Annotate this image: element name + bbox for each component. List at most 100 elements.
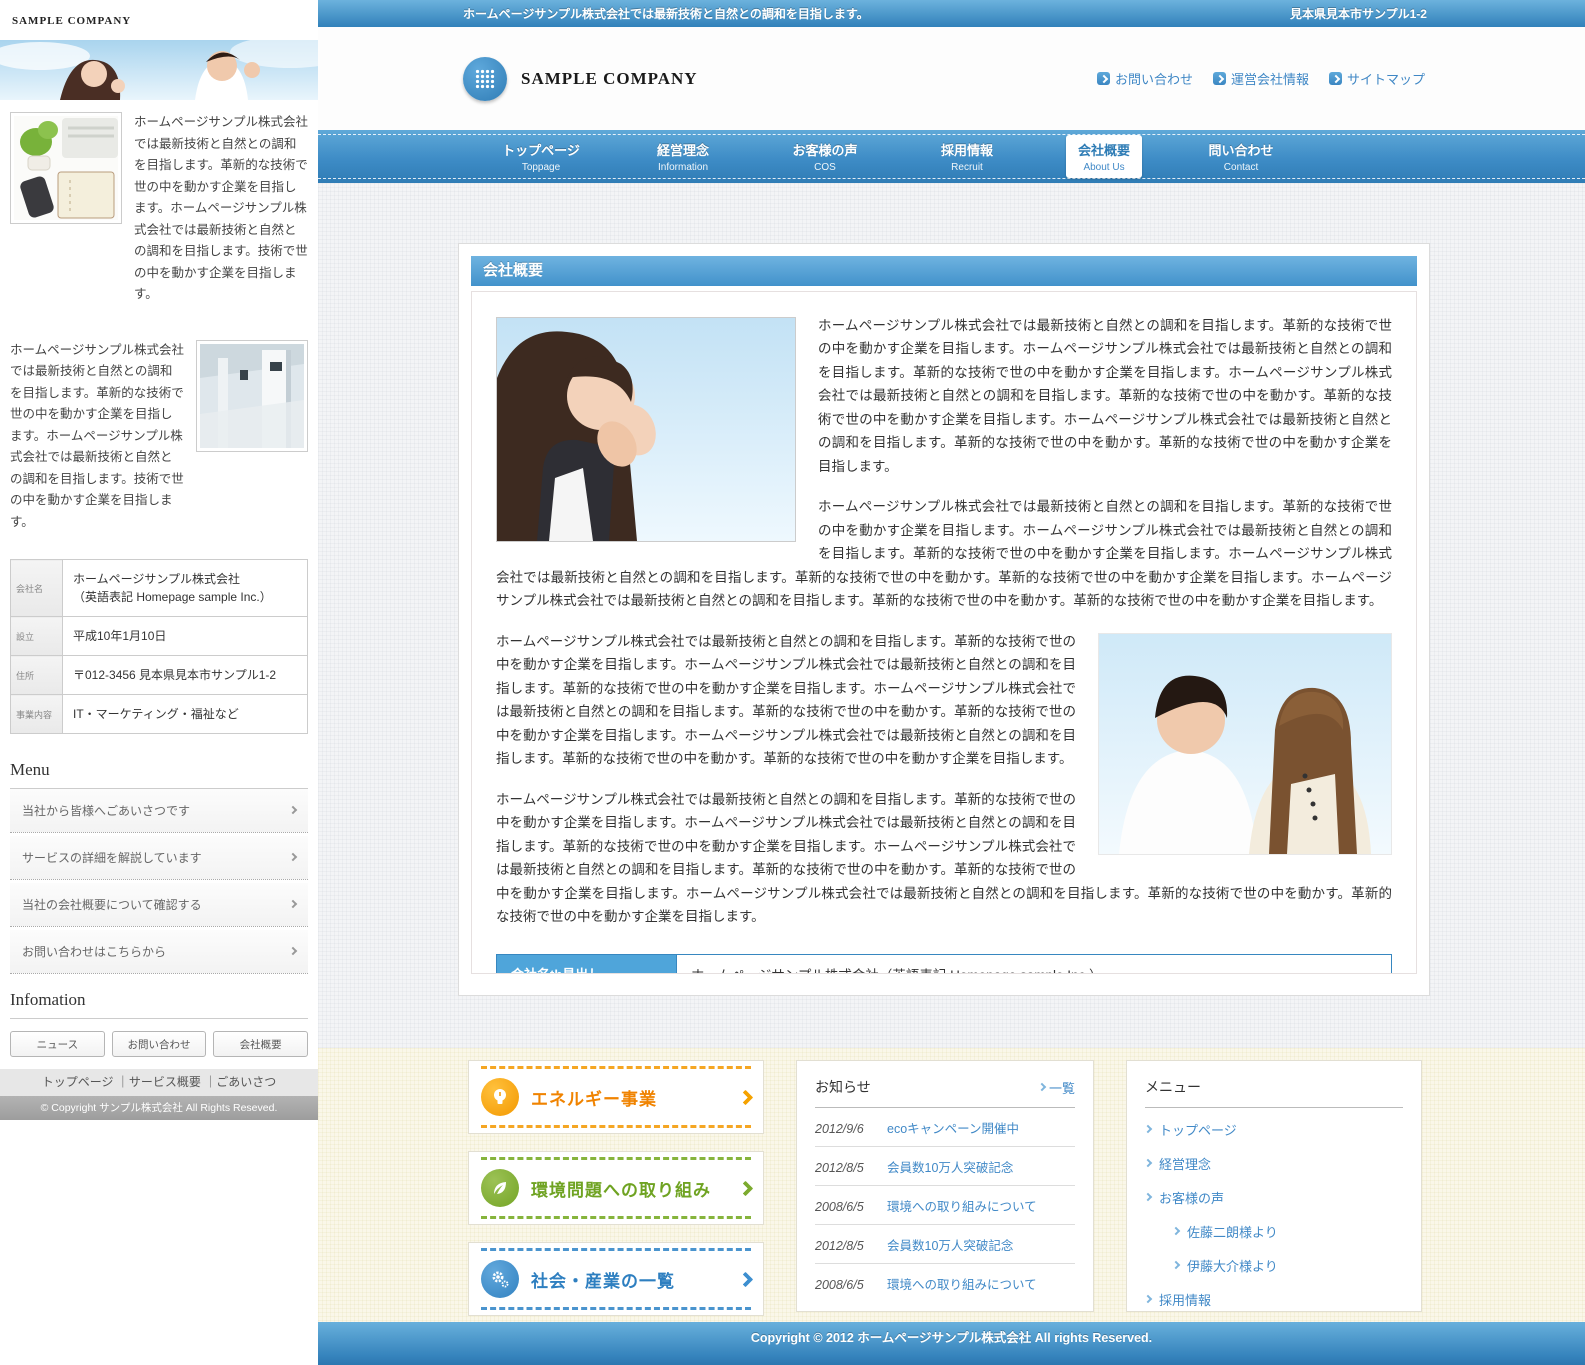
topbar-tagline: ホームページサンプル株式会社では最新技術と自然との調和を目指します。 <box>463 5 869 22</box>
topbar: ホームページサンプル株式会社では最新技術と自然との調和を目指します。 見本県見本… <box>318 0 1585 27</box>
company-info-value: ホームページサンプル株式会社 （英語表記 Homepage sample Inc… <box>63 560 308 617</box>
sidebar-menu-item[interactable]: サービスの詳細を解説しています <box>10 836 308 880</box>
banner-label: エネルギー事業 <box>531 1085 657 1110</box>
bottom-section: エネルギー事業 環境問題への取り組み <box>318 1048 1585 1322</box>
content-background: 会社概要 <box>318 183 1585 1048</box>
company-info-row: 事業内容 IT・マーケティング・福祉など <box>11 695 308 734</box>
topbar-address: 見本県見本市サンプル1-2 <box>1290 5 1427 22</box>
nav-item[interactable]: 採用情報 Recruit <box>896 135 1038 178</box>
sidebar-company-info-table: 会社名 ホームページサンプル株式会社 （英語表記 Homepage sample… <box>10 559 308 734</box>
banner-energy[interactable]: エネルギー事業 <box>468 1060 764 1134</box>
banner-column: エネルギー事業 環境問題への取り組み <box>468 1060 764 1322</box>
company-info-label: 会社名 <box>11 560 63 617</box>
header-link[interactable]: お問い合わせ <box>1097 69 1193 88</box>
sidebar-menu: 当社から皆様へごあいさつです サービスの詳細を解説しています 当社の会社概要につ… <box>10 789 308 974</box>
sidebar-footer-links[interactable]: トップページ ｜サービス概要 ｜ごあいさつ <box>0 1069 318 1096</box>
table-row-label: 会社名th見出し <box>497 954 677 974</box>
company-overview-table: 会社名th見出し ホームページサンプル株式会社（英語表記 Homepage sa… <box>496 954 1392 974</box>
nav-item[interactable]: トップページ Toppage <box>470 135 612 178</box>
news-link[interactable]: 会員数10万人突破記念 <box>887 1157 1013 1176</box>
arrow-right-icon <box>1144 1193 1152 1201</box>
news-list: 2012/9/6 ecoキャンペーン開催中 2012/8/5 会員数10万人突破… <box>815 1108 1075 1302</box>
chevron-right-icon <box>289 946 297 954</box>
header-links: お問い合わせ 運営会社情報 サイトマップ <box>1097 69 1425 88</box>
page: SAMPLE COMPANY <box>0 0 1585 1365</box>
news-column: お知らせ 一覧 2012/9/6 ecoキャンペーン開催中 <box>796 1060 1094 1322</box>
company-info-label: 事業内容 <box>11 695 63 734</box>
sidebar-menu-item[interactable]: 当社から皆様へごあいさつです <box>10 789 308 833</box>
sidebar-about-text-1: ホームページサンプル株式会社では最新技術と自然との調和を目指します。革新的な技術… <box>134 112 308 306</box>
site-header: SAMPLE COMPANY お問い合わせ 運営会社情報 <box>318 27 1585 130</box>
content-panel: 会社概要 <box>458 243 1430 996</box>
nav-item[interactable]: お客様の声 COS <box>754 135 896 178</box>
bottom-menu-item[interactable]: 佐藤二朗様より <box>1173 1214 1403 1248</box>
nav-item[interactable]: 問い合わせ Contact <box>1170 135 1312 178</box>
company-info-row: 会社名 ホームページサンプル株式会社 （英語表記 Homepage sample… <box>11 560 308 617</box>
nav-item[interactable]: 経営理念 Information <box>612 135 754 178</box>
banner-environment[interactable]: 環境問題への取り組み <box>468 1151 764 1225</box>
sidebar-about-block-2: ホームページサンプル株式会社では最新技術と自然との調和を目指します。革新的な技術… <box>10 340 308 534</box>
sidebar-info-buttons: ニュース お問い合わせ 会社概要 <box>10 1031 308 1057</box>
main-nav: トップページ Toppage 経営理念 Information お客様の声 CO… <box>318 130 1585 183</box>
arrow-right-icon <box>1172 1227 1180 1235</box>
gear-icon <box>481 1260 519 1298</box>
table-row: 会社名th見出し ホームページサンプル株式会社（英語表記 Homepage sa… <box>497 954 1392 974</box>
chevron-right-icon <box>289 805 297 813</box>
main-area: ホームページサンプル株式会社では最新技術と自然との調和を目指します。 見本県見本… <box>318 0 1585 1365</box>
woman-whispering-photo <box>496 317 796 542</box>
bottom-menu-item[interactable]: 経営理念 <box>1145 1146 1403 1180</box>
bottom-menu-item[interactable]: 伊藤大介様より <box>1173 1248 1403 1282</box>
company-info-label: 設立 <box>11 617 63 656</box>
news-panel: お知らせ 一覧 2012/9/6 ecoキャンペーン開催中 <box>796 1060 1094 1312</box>
sidebar-menu-item[interactable]: 当社の会社概要について確認する <box>10 883 308 927</box>
bottom-menu-item[interactable]: お客様の声 <box>1145 1180 1403 1214</box>
news-item: 2012/8/5 会員数10万人突破記念 <box>815 1225 1075 1264</box>
chevron-right-icon <box>289 899 297 907</box>
company-info-value: 〒012-3456 見本県見本市サンプル1-2 <box>63 656 308 695</box>
chevron-right-icon <box>289 852 297 860</box>
table-row-value: ホームページサンプル株式会社（英語表記 Homepage sample Inc.… <box>677 954 1392 974</box>
header-link[interactable]: 運営会社情報 <box>1213 69 1309 88</box>
news-link[interactable]: 会員数10万人突破記念 <box>887 1235 1013 1254</box>
menu-column: メニュー トップページ 経営理念 <box>1126 1060 1422 1322</box>
news-link[interactable]: 環境への取り組みについて <box>887 1274 1037 1293</box>
news-date: 2008/6/5 <box>815 1200 877 1214</box>
bottom-menu-item[interactable]: 採用情報 <box>1145 1282 1403 1312</box>
arrow-right-icon <box>1144 1125 1152 1133</box>
sidebar-copyright: © Copyright サンプル株式会社 All Rights Reseved. <box>0 1096 318 1120</box>
sidebar-hero-photo <box>0 40 318 100</box>
company-info-value: IT・マーケティング・福祉など <box>63 695 308 734</box>
leaf-icon <box>481 1169 519 1207</box>
lightbulb-icon <box>481 1078 519 1116</box>
news-item: 2008/6/5 環境への取り組みについて <box>815 1186 1075 1225</box>
header-link[interactable]: サイトマップ <box>1329 69 1425 88</box>
news-item: 2012/8/5 会員数10万人突破記念 <box>815 1147 1075 1186</box>
bottom-menu-item[interactable]: トップページ <box>1145 1112 1403 1146</box>
bottom-menu-title: メニュー <box>1145 1077 1201 1097</box>
company-logo-icon <box>463 57 507 101</box>
arrow-square-icon <box>1213 72 1226 85</box>
sidebar-about-block-1: ホームページサンプル株式会社では最新技術と自然との調和を目指します。革新的な技術… <box>10 112 308 306</box>
desk-photo <box>10 112 122 224</box>
news-link[interactable]: 環境への取り組みについて <box>887 1196 1037 1215</box>
info-button[interactable]: お問い合わせ <box>112 1031 207 1057</box>
header-logo-text: SAMPLE COMPANY <box>521 69 698 89</box>
lobby-photo <box>196 340 308 452</box>
news-date: 2012/8/5 <box>815 1161 877 1175</box>
bottom-menu-panel: メニュー トップページ 経営理念 <box>1126 1060 1422 1312</box>
page-body: ホームページサンプル株式会社では最新技術と自然との調和を目指します。革新的な技術… <box>471 291 1417 974</box>
sidebar: SAMPLE COMPANY <box>0 0 318 1365</box>
arrow-square-icon <box>1329 72 1342 85</box>
sidebar-info-title: Infomation <box>10 990 308 1019</box>
sidebar-menu-item[interactable]: お問い合わせはこちらから <box>10 930 308 974</box>
site-footer: Copyright © 2012 ホームページサンプル株式会社 All righ… <box>318 1322 1585 1365</box>
news-date: 2012/9/6 <box>815 1122 877 1136</box>
info-button[interactable]: 会社概要 <box>213 1031 308 1057</box>
chevron-right-icon <box>738 1271 754 1287</box>
info-button[interactable]: ニュース <box>10 1031 105 1057</box>
news-more-link[interactable]: 一覧 <box>1039 1078 1075 1097</box>
nav-item[interactable]: 会社概要 About Us <box>1066 135 1142 178</box>
couple-photo <box>1098 633 1392 855</box>
banner-social[interactable]: 社会・産業の一覧 <box>468 1242 764 1316</box>
news-link[interactable]: ecoキャンペーン開催中 <box>887 1118 1019 1137</box>
